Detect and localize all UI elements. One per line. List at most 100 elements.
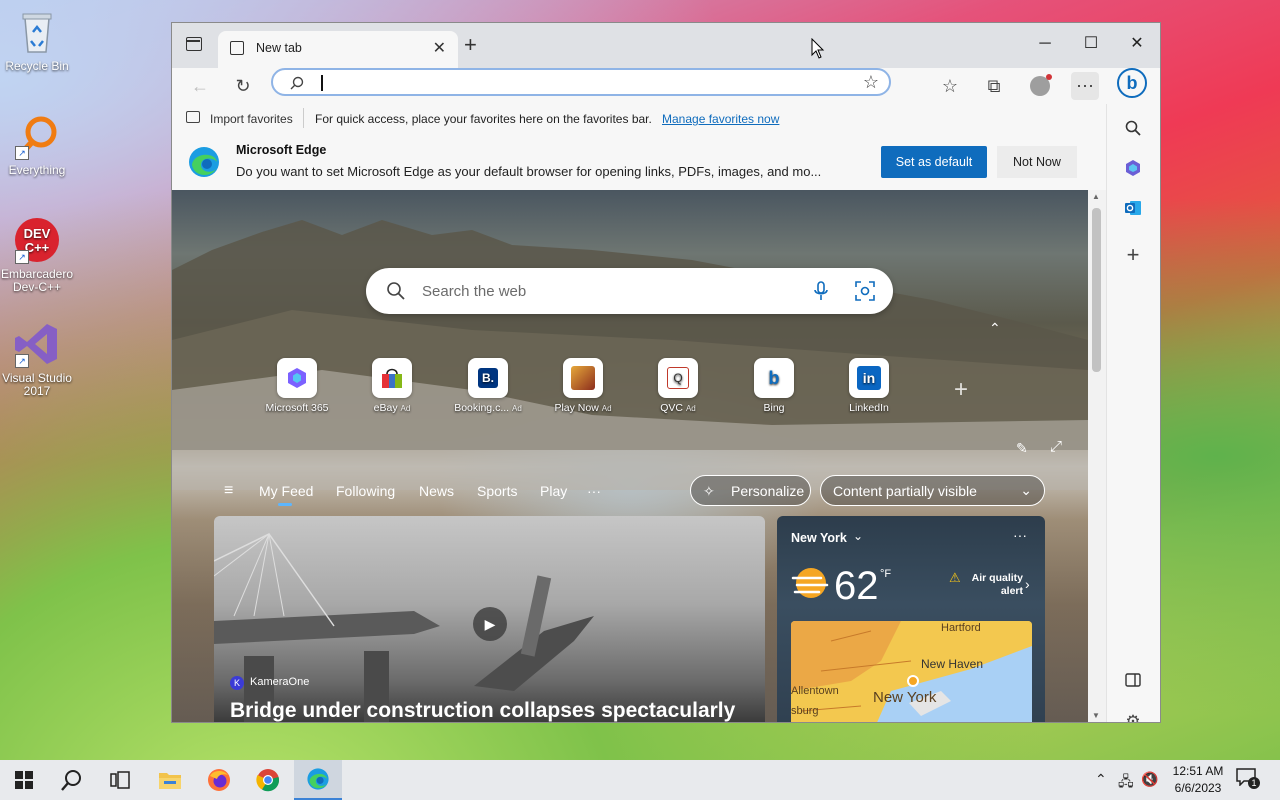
weather-map[interactable]: Hartford New Haven Allentown New York sb… (791, 621, 1032, 722)
more-tabs-icon[interactable]: ··· (587, 483, 601, 499)
system-clock[interactable]: 12:51 AM 6/6/2023 (1162, 763, 1234, 797)
sidebar-settings-gear-icon[interactable]: ⚙ (1120, 709, 1146, 722)
network-icon[interactable]: 🖧 (1118, 771, 1134, 795)
menu-hamburger-icon[interactable]: ≡ (224, 482, 233, 500)
sidebar-add-icon[interactable]: + (1120, 242, 1146, 268)
location-pin-icon (907, 675, 919, 687)
tab-close-icon[interactable]: ✕ (433, 38, 446, 58)
web-search-box[interactable]: Search the web (366, 268, 893, 314)
bing-chat-icon[interactable]: b (1117, 68, 1147, 98)
location-chevron-down-icon[interactable]: ⌄ (853, 529, 863, 543)
sidebar-microsoft365-icon[interactable] (1120, 159, 1146, 185)
address-bar[interactable]: ☆ (271, 68, 891, 96)
visual-search-icon[interactable] (855, 281, 875, 301)
taskbar-edge[interactable] (294, 760, 342, 800)
tab-actions-icon[interactable] (186, 37, 202, 51)
microphone-icon[interactable] (814, 281, 828, 301)
minimize-button[interactable]: ─ (1022, 29, 1068, 59)
add-quick-link-icon[interactable]: + (954, 376, 968, 404)
desktop-icon-everything[interactable]: ↗ Everything (0, 112, 74, 177)
ad-badge: Ad (685, 404, 696, 413)
back-arrow-icon[interactable]: ← (186, 72, 214, 100)
tab-play[interactable]: Play (540, 483, 567, 499)
quick-link-qvc[interactable]: Q QVC Ad (643, 358, 713, 414)
desktop-icon-visual-studio[interactable]: ↗ Visual Studio 2017 (0, 320, 74, 398)
maximize-button[interactable]: ☐ (1068, 29, 1114, 59)
visual-studio-icon: ↗ (13, 320, 61, 368)
tab-new-tab[interactable]: New tab ✕ (218, 31, 458, 68)
quick-link-bing[interactable]: b Bing (739, 358, 809, 414)
show-hidden-icons-chevron-icon[interactable]: ⌃ (1095, 771, 1107, 788)
firefox-icon (208, 769, 230, 791)
shortcut-arrow-icon: ↗ (15, 146, 29, 160)
quick-link-ebay[interactable]: eBay Ad (357, 358, 427, 414)
task-view-button[interactable] (96, 760, 144, 800)
collapse-chevron-up-icon[interactable]: ⌃ (989, 320, 1001, 337)
not-now-button[interactable]: Not Now (997, 146, 1077, 178)
tab-following[interactable]: Following (336, 483, 395, 499)
quick-link-microsoft365[interactable]: Microsoft 365 (262, 358, 332, 414)
title-bar: New tab ✕ + ─ ☐ ✕ (172, 23, 1160, 68)
air-quality-alert[interactable]: Air quality alert (967, 572, 1023, 598)
volume-muted-icon[interactable]: 🔇 (1141, 771, 1158, 788)
text-caret (321, 75, 323, 91)
linkedin-icon: in (849, 358, 889, 398)
desktop-icon-recycle-bin[interactable]: Recycle Bin (0, 8, 74, 73)
quick-link-label: Booking.c... (454, 402, 510, 414)
weather-card[interactable]: New York ⌄ ··· 62 °F ⚠ Air quality alert… (777, 516, 1045, 722)
refresh-icon[interactable]: ↻ (229, 72, 257, 100)
weather-more-options-icon[interactable]: ··· (1013, 527, 1027, 543)
new-tab-button[interactable]: + (464, 33, 477, 57)
edit-background-icon[interactable]: ✎ (1016, 440, 1028, 457)
recycle-bin-icon (13, 8, 61, 56)
tab-my-feed[interactable]: My Feed (259, 483, 313, 499)
taskbar-firefox[interactable] (195, 760, 243, 800)
page-scrollbar[interactable]: ▲ ▼ (1088, 190, 1106, 722)
taskbar-search-button[interactable] (48, 760, 96, 800)
collections-icon[interactable]: ⧉ (980, 72, 1008, 100)
action-center-button[interactable]: 1 (1236, 768, 1260, 792)
favorites-icon[interactable]: ☆ (936, 72, 964, 100)
quick-link-linkedin[interactable]: in LinkedIn (834, 358, 904, 414)
chevron-right-icon[interactable]: › (1025, 576, 1030, 592)
desktop-icon-devcpp[interactable]: DEV C++ ↗ Embarcadero Dev-C++ (0, 216, 74, 294)
article-title[interactable]: Bridge under construction collapses spec… (230, 699, 735, 722)
personalize-button[interactable]: ✧ Personalize (690, 475, 811, 506)
set-as-default-button[interactable]: Set as default (881, 146, 987, 178)
edge-icon (307, 768, 329, 790)
content-visibility-label: Content partially visible (833, 483, 977, 499)
map-label: Allentown (791, 685, 839, 697)
clock-time: 12:51 AM (1172, 764, 1224, 778)
expand-icon[interactable]: ⤢ (1050, 438, 1062, 455)
sidebar-outlook-icon[interactable] (1120, 199, 1146, 225)
divider (303, 108, 304, 128)
quick-link-booking[interactable]: B. Booking.c... Ad (453, 358, 523, 414)
taskbar-file-explorer[interactable] (146, 760, 194, 800)
news-card[interactable]: ▶ K KameraOne Bridge under construction … (214, 516, 765, 722)
import-favorites-button[interactable]: Import favorites (210, 112, 293, 126)
hide-sidebar-icon[interactable] (1120, 669, 1146, 695)
content-visibility-dropdown[interactable]: Content partially visible ⌄ (820, 475, 1045, 506)
tab-news[interactable]: News (419, 483, 454, 499)
scrollbar-thumb[interactable] (1092, 208, 1101, 372)
chrome-icon (256, 769, 280, 792)
sidebar-search-icon[interactable] (1120, 119, 1146, 145)
add-favorite-star-icon[interactable]: ☆ (863, 72, 879, 93)
search-icon (387, 282, 405, 300)
weather-location[interactable]: New York (791, 531, 847, 545)
scroll-up-icon[interactable]: ▲ (1092, 192, 1100, 201)
taskbar-chrome[interactable] (244, 760, 292, 800)
profile-avatar[interactable] (1026, 72, 1054, 100)
scroll-down-icon[interactable]: ▼ (1092, 711, 1100, 720)
start-button[interactable] (0, 760, 48, 800)
settings-and-more-icon[interactable]: ⋯ (1071, 72, 1099, 100)
search-icon (290, 76, 304, 90)
import-icon (186, 111, 200, 123)
quick-link-play-now[interactable]: Play Now Ad (548, 358, 618, 414)
tab-sports[interactable]: Sports (477, 483, 517, 499)
game-icon (563, 358, 603, 398)
manage-favorites-link[interactable]: Manage favorites now (662, 112, 779, 126)
close-window-button[interactable]: ✕ (1114, 29, 1160, 59)
play-video-button[interactable]: ▶ (473, 607, 507, 641)
devcpp-icon: DEV C++ ↗ (13, 216, 61, 264)
